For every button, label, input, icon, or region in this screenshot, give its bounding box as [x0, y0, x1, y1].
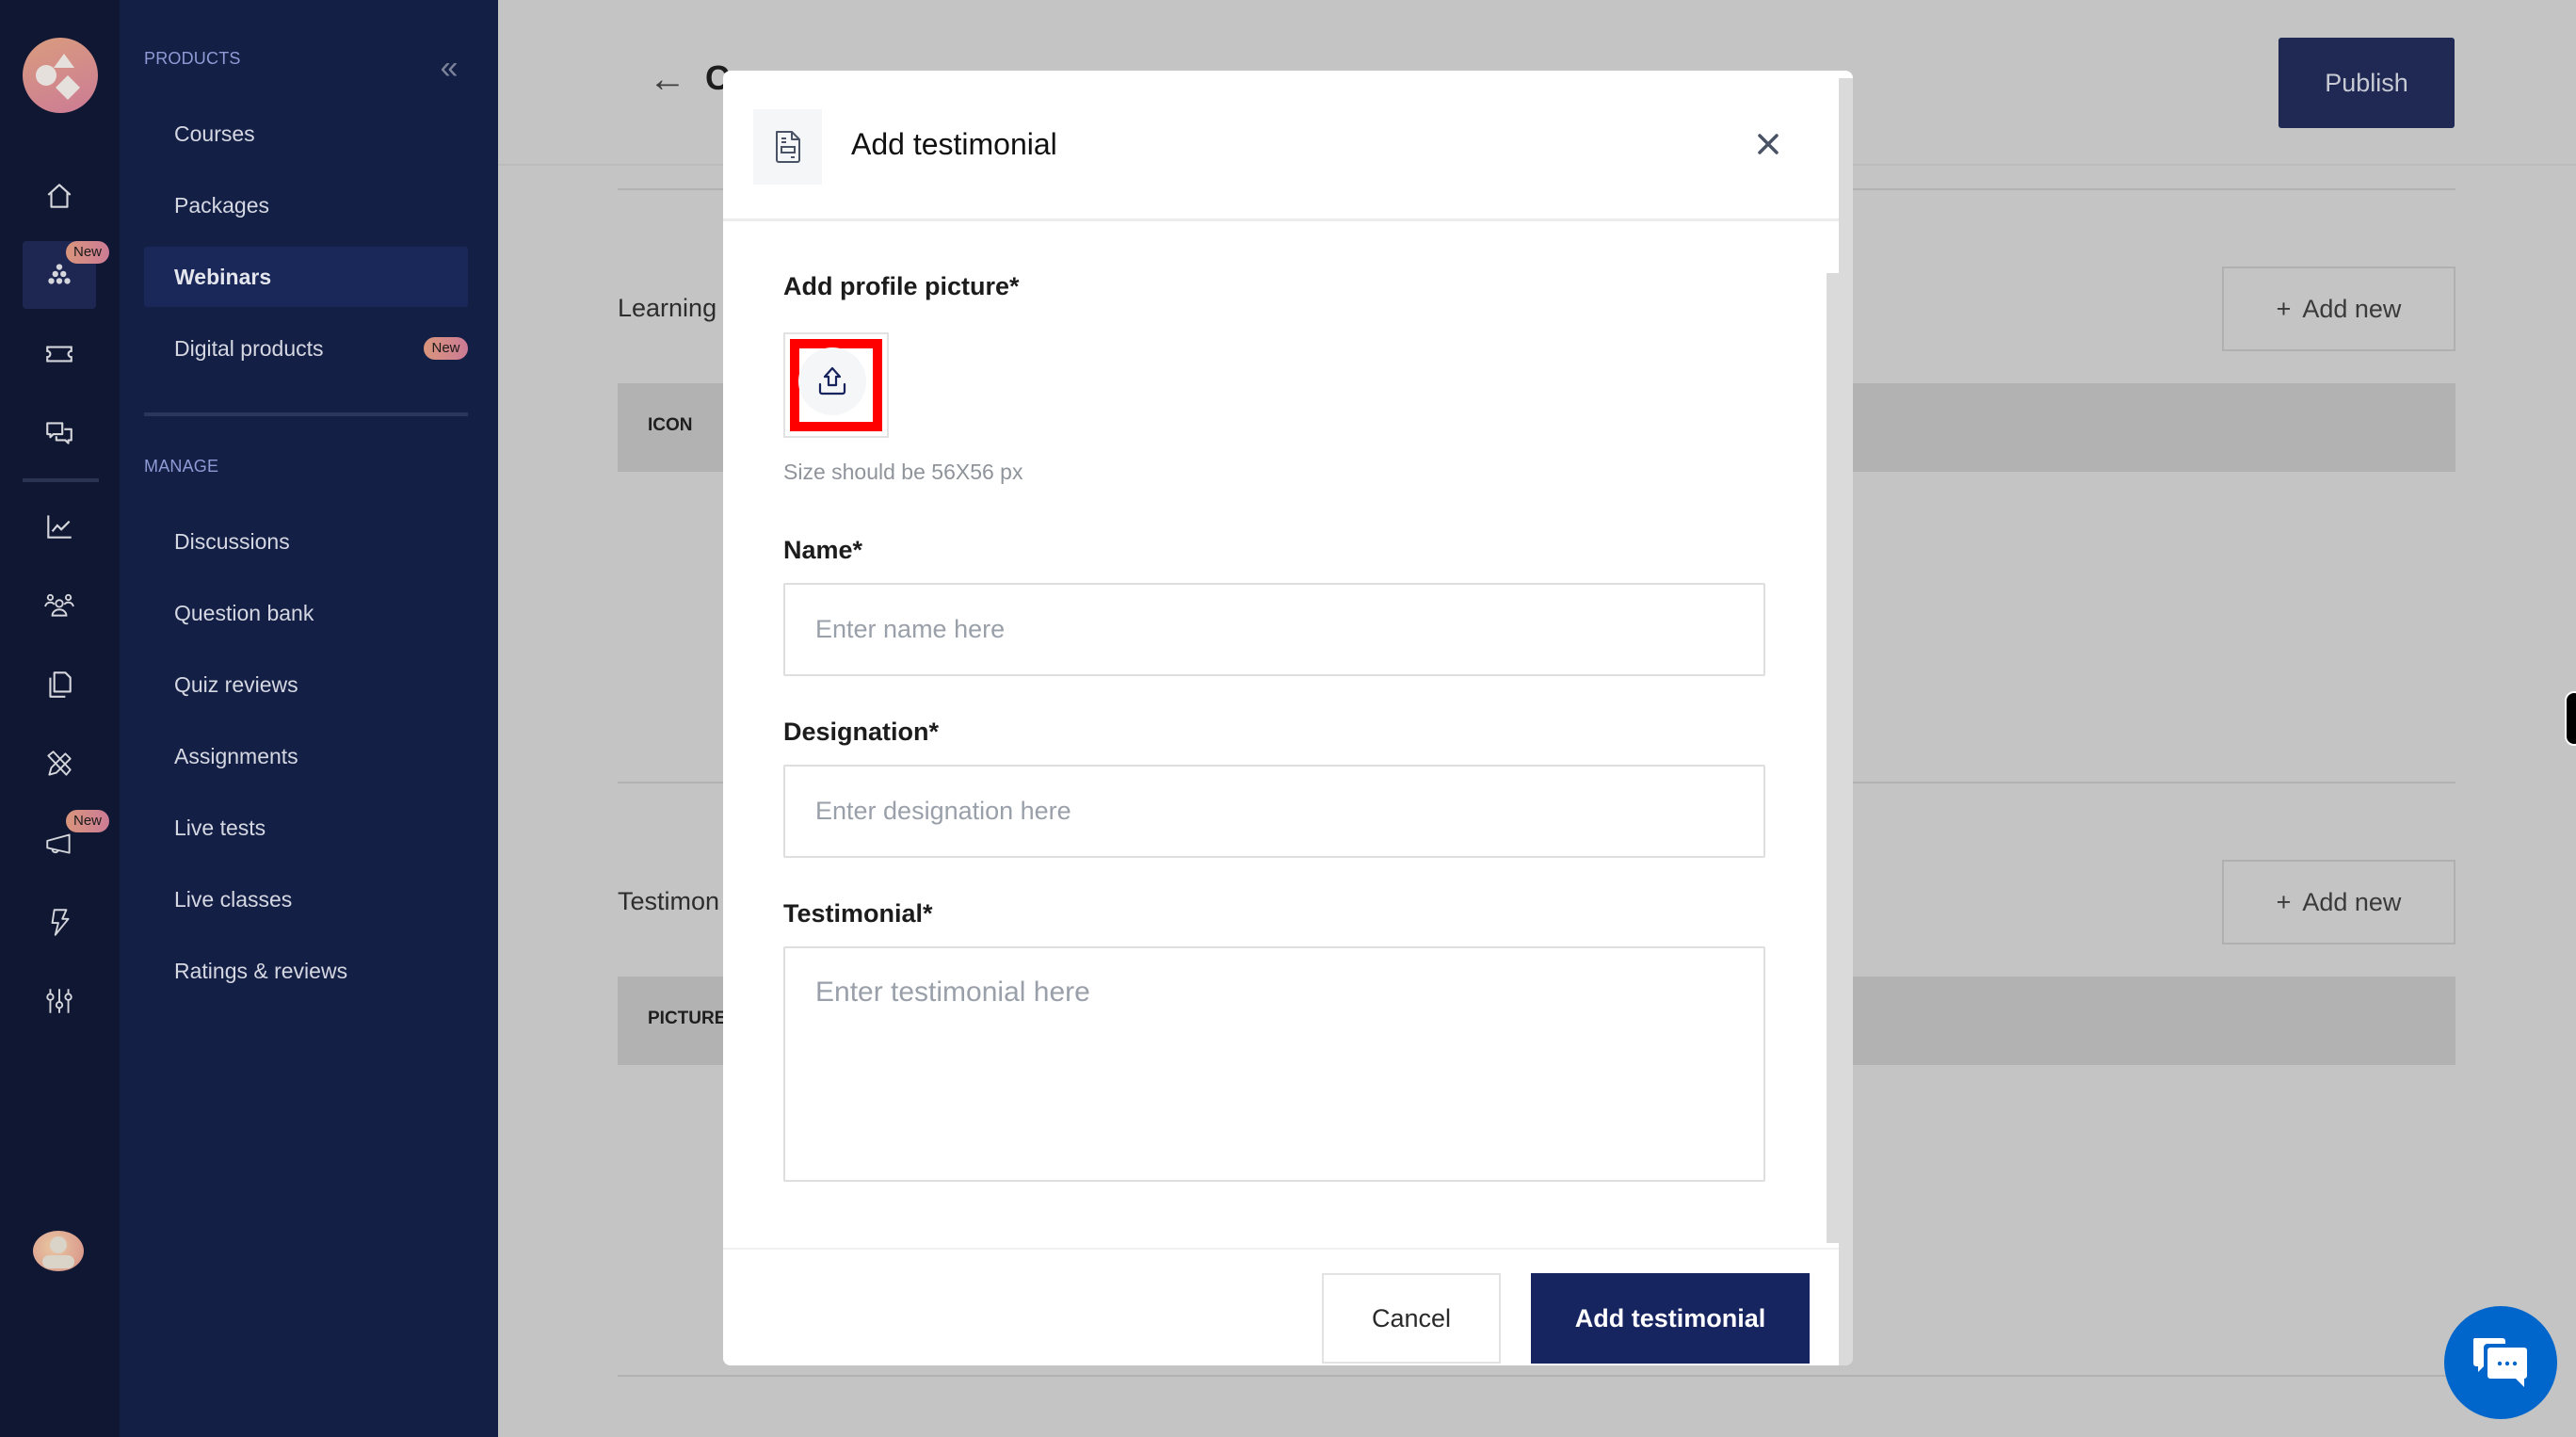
sidebar-item-question-bank[interactable]: Question bank — [144, 583, 468, 643]
add-new-label: Add new — [2302, 887, 2402, 916]
chat-widget-button[interactable] — [2444, 1306, 2557, 1419]
rail-design[interactable] — [23, 730, 96, 798]
sidebar-item-webinars[interactable]: Webinars — [144, 247, 468, 307]
sidebar-item-label: Courses — [174, 121, 255, 146]
sidebar: PRODUCTS « Courses Packages Webinars Dig… — [120, 0, 498, 1437]
sidebar-item-label: Packages — [174, 192, 270, 218]
copy-icon — [49, 671, 72, 698]
sidebar-item-label: Question bank — [174, 600, 314, 625]
modal-header: Add testimonial — [723, 71, 1839, 221]
rail-tickets[interactable] — [23, 320, 96, 388]
testimonial-label: Testimonial* — [783, 899, 933, 928]
divider — [618, 1375, 2455, 1377]
sidebar-item-label: Discussions — [174, 528, 290, 554]
side-panel-handle[interactable] — [2565, 691, 2576, 746]
sidebar-item-label: Live classes — [174, 886, 293, 912]
upload-icon — [818, 366, 846, 396]
publish-button[interactable]: Publish — [2278, 38, 2455, 128]
modal-title: Add testimonial — [851, 127, 1057, 161]
profile-picture-upload[interactable] — [783, 332, 889, 438]
design-tools-icon — [47, 751, 72, 776]
rail-settings[interactable] — [23, 967, 96, 1035]
users-icon — [44, 593, 74, 617]
rail-analytics[interactable] — [23, 492, 96, 560]
plus-icon: + — [2276, 294, 2292, 323]
manage-section-label: MANAGE — [144, 457, 219, 476]
testimonials-section-title: Testimon — [618, 887, 720, 915]
profile-picture-label: Add profile picture* — [783, 272, 1020, 300]
sidebar-divider — [144, 412, 468, 416]
designation-input[interactable] — [783, 765, 1765, 858]
close-icon — [1758, 134, 1779, 154]
sidebar-item-quiz-reviews[interactable]: Quiz reviews — [144, 654, 468, 715]
close-modal-button[interactable] — [1749, 125, 1787, 163]
add-testimonial-button[interactable]: + Add new — [2222, 860, 2455, 945]
app-logo[interactable] — [23, 38, 98, 113]
new-badge: New — [66, 241, 109, 264]
logo-shapes-icon — [36, 54, 80, 100]
back-arrow-icon[interactable]: ← — [649, 58, 686, 101]
new-badge: New — [424, 337, 468, 360]
chat-bubbles-icon — [2472, 1338, 2527, 1387]
add-new-label: Add new — [2302, 294, 2402, 323]
column-header-picture: PICTURE — [648, 1009, 727, 1028]
modal-scrollbar-track[interactable] — [1839, 78, 1853, 1365]
testimonial-textarea[interactable] — [783, 946, 1765, 1182]
size-hint: Size should be 56X56 px — [783, 460, 1023, 484]
upload-button[interactable] — [798, 347, 866, 415]
rail-chat[interactable] — [23, 399, 96, 467]
settings-sliders-icon — [46, 989, 72, 1013]
modal-footer: Cancel Add testimonial — [723, 1248, 1839, 1365]
add-testimonial-submit-button[interactable]: Add testimonial — [1531, 1273, 1810, 1364]
add-learning-button[interactable]: + Add new — [2222, 266, 2455, 351]
sidebar-item-digital-products[interactable]: Digital products New — [144, 318, 468, 379]
cancel-button[interactable]: Cancel — [1322, 1273, 1501, 1364]
document-icon — [775, 131, 800, 163]
sidebar-item-label: Quiz reviews — [174, 671, 298, 697]
sidebar-item-packages[interactable]: Packages — [144, 175, 468, 235]
sidebar-item-live-tests[interactable]: Live tests — [144, 798, 468, 858]
products-section-label: PRODUCTS — [144, 49, 241, 68]
rail-automations[interactable] — [23, 888, 96, 956]
designation-label: Designation* — [783, 718, 940, 746]
rail-documents[interactable] — [23, 651, 96, 718]
plus-icon: + — [2276, 887, 2292, 916]
sidebar-item-label: Live tests — [174, 815, 266, 840]
products-icon — [48, 264, 71, 284]
add-testimonial-modal: Add testimonial Add profile picture* Siz… — [723, 71, 1853, 1365]
megaphone-icon — [46, 833, 71, 854]
analytics-icon — [47, 515, 72, 539]
sidebar-item-label: Assignments — [174, 743, 298, 768]
sidebar-item-courses[interactable]: Courses — [144, 104, 468, 164]
name-input[interactable] — [783, 583, 1765, 676]
icon-rail: New New — [0, 0, 120, 1437]
learning-section-title: Learning — [618, 294, 717, 322]
lightning-icon — [51, 909, 70, 936]
sidebar-item-ratings-reviews[interactable]: Ratings & reviews — [144, 941, 468, 1001]
sidebar-item-discussions[interactable]: Discussions — [144, 511, 468, 572]
chat-icon — [46, 422, 72, 444]
rail-home[interactable] — [23, 162, 96, 230]
sidebar-item-label: Digital products — [174, 335, 324, 361]
sidebar-item-assignments[interactable]: Assignments — [144, 726, 468, 786]
collapse-sidebar-button[interactable]: « — [430, 49, 468, 87]
home-icon — [47, 184, 72, 208]
modal-icon-container — [753, 109, 822, 185]
sidebar-item-label: Webinars — [174, 264, 272, 289]
modal-scrollbar-thumb[interactable] — [1827, 273, 1840, 1243]
rail-divider — [23, 478, 99, 482]
user-avatar[interactable] — [33, 1231, 84, 1271]
new-badge: New — [66, 810, 109, 832]
ticket-icon — [46, 346, 72, 363]
user-icon — [42, 1236, 74, 1268]
sidebar-item-live-classes[interactable]: Live classes — [144, 869, 468, 929]
name-label: Name* — [783, 536, 863, 564]
sidebar-item-label: Ratings & reviews — [174, 958, 348, 983]
column-header-icon: ICON — [648, 415, 693, 435]
rail-users[interactable] — [23, 572, 96, 639]
double-chevron-left-icon: « — [440, 50, 459, 86]
